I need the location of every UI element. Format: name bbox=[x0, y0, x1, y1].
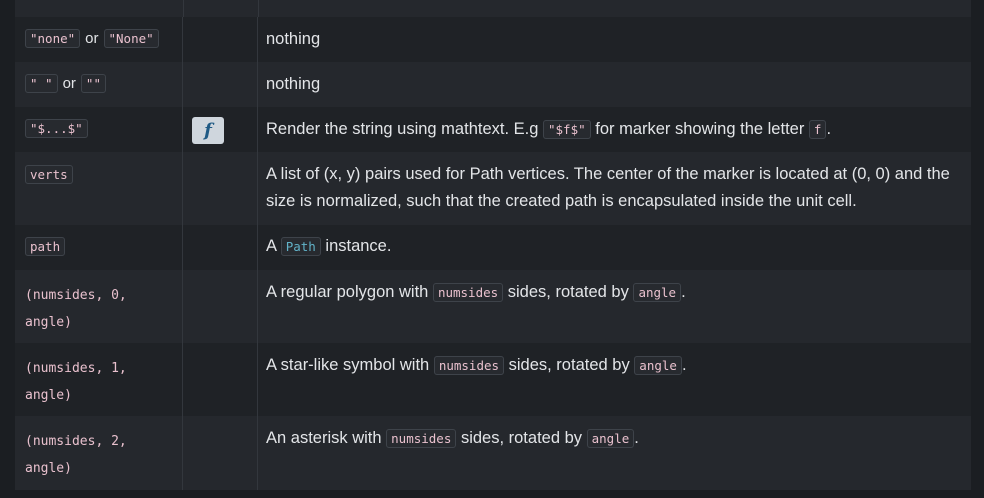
description-text: An asterisk with bbox=[266, 429, 382, 447]
table-row: "none" or "None" nothing bbox=[15, 17, 971, 62]
inline-code: numsides bbox=[386, 429, 457, 448]
inline-code: "$f$" bbox=[543, 120, 591, 139]
table-row: (numsides, 2, angle) An asterisk with nu… bbox=[15, 416, 971, 490]
description-text: instance. bbox=[325, 237, 392, 255]
description-text: sides, rotated by bbox=[460, 429, 583, 447]
description-cell: A Path instance. bbox=[258, 225, 971, 270]
preview-cell bbox=[183, 225, 258, 270]
marker-code: " " bbox=[25, 74, 58, 93]
description-text: . bbox=[681, 356, 687, 374]
inline-code: numsides bbox=[432, 283, 504, 302]
table-row: path A Path instance. bbox=[15, 225, 971, 270]
or-text: or bbox=[62, 75, 76, 92]
table-row: verts A list of (x, y) pairs used for Pa… bbox=[15, 152, 971, 225]
marker-cell: "none" or "None" bbox=[15, 17, 183, 62]
inline-code: f bbox=[808, 120, 827, 139]
marker-code: "None" bbox=[103, 29, 159, 48]
preview-cell bbox=[183, 343, 258, 416]
preview-cell bbox=[183, 62, 258, 107]
marker-code: "$...$" bbox=[25, 119, 88, 138]
table-row: " " or "" nothing bbox=[15, 62, 971, 107]
path-link[interactable]: Path bbox=[280, 237, 321, 256]
table-row: "$...$" f Render the string using mathte… bbox=[15, 107, 971, 152]
marker-cell: (numsides, 1, angle) bbox=[15, 343, 183, 416]
inline-code: angle bbox=[633, 283, 682, 302]
marker-cell: verts bbox=[15, 152, 183, 225]
description-text: nothing bbox=[266, 30, 321, 48]
preview-cell bbox=[183, 416, 258, 490]
preview-cell bbox=[183, 270, 258, 343]
description-cell: nothing bbox=[258, 62, 971, 107]
marker-code: (numsides, 2, angle) bbox=[25, 434, 127, 476]
description-text: . bbox=[681, 283, 686, 301]
inline-code: angle bbox=[634, 356, 682, 375]
description-text: A bbox=[266, 237, 277, 255]
description-text: Render the string using mathtext. E.g bbox=[266, 120, 539, 138]
inline-code: angle bbox=[586, 429, 635, 448]
description-cell: Render the string using mathtext. E.g "$… bbox=[258, 107, 971, 152]
description-cell: A list of (x, y) pairs used for Path ver… bbox=[258, 152, 971, 225]
marker-code: (numsides, 1, angle) bbox=[25, 361, 127, 403]
math-f-icon: f bbox=[192, 117, 224, 144]
marker-cell: (numsides, 2, angle) bbox=[15, 416, 183, 490]
description-text: sides, rotated by bbox=[508, 356, 630, 374]
description-text: A regular polygon with bbox=[266, 283, 429, 301]
description-text: . bbox=[826, 120, 832, 138]
marker-code: path bbox=[25, 237, 66, 256]
marker-cell: (numsides, 0, angle) bbox=[15, 270, 183, 343]
marker-code: (numsides, 0, angle) bbox=[25, 288, 127, 330]
description-text: A list of (x, y) pairs used for Path ver… bbox=[266, 165, 950, 210]
preview-cell bbox=[183, 17, 258, 62]
marker-table: "none" or "None" nothing " " or "" nothing "… bbox=[15, 17, 971, 490]
description-cell: A regular polygon with numsides sides, r… bbox=[258, 270, 971, 343]
description-cell: A star-like symbol with numsides sides, … bbox=[258, 343, 971, 416]
description-cell: An asterisk with numsides sides, rotated… bbox=[258, 416, 971, 490]
inline-code: numsides bbox=[433, 356, 505, 375]
marker-cell: path bbox=[15, 225, 183, 270]
description-text: sides, rotated by bbox=[507, 283, 629, 301]
description-text: for marker showing the letter bbox=[595, 120, 805, 138]
table-row: (numsides, 0, angle) A regular polygon w… bbox=[15, 270, 971, 343]
marker-cell: " " or "" bbox=[15, 62, 183, 107]
preview-cell bbox=[183, 152, 258, 225]
description-text: A star-like symbol with bbox=[266, 356, 430, 374]
description-cell: nothing bbox=[258, 17, 971, 62]
marker-code: "none" bbox=[25, 29, 81, 48]
description-text: nothing bbox=[266, 75, 321, 93]
table-row: (numsides, 1, angle) A star-like symbol … bbox=[15, 343, 971, 416]
description-text: . bbox=[634, 429, 639, 447]
or-text: or bbox=[85, 30, 99, 47]
table-top-row-fragment bbox=[15, 0, 971, 17]
marker-code: "" bbox=[80, 74, 106, 93]
marker-code: verts bbox=[25, 165, 73, 184]
marker-cell: "$...$" bbox=[15, 107, 183, 152]
